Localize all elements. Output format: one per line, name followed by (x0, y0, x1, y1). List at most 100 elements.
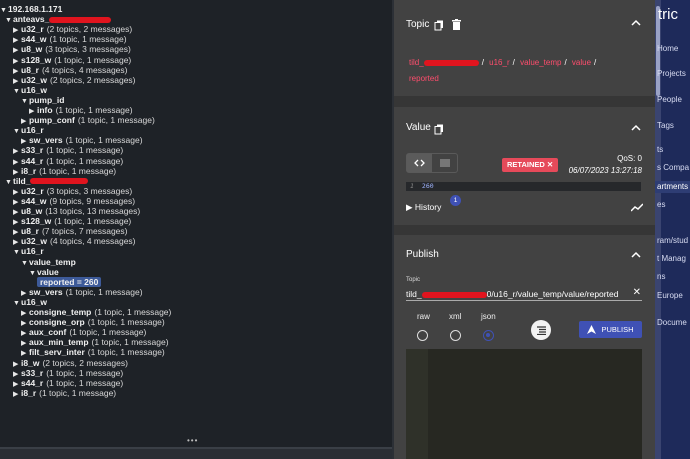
tree-node[interactable]: ▼tild_ (0, 176, 89, 186)
tree-node[interactable]: ▶ s44_w (9 topics, 9 messages) (0, 196, 135, 206)
resize-handle[interactable]: ••• (187, 436, 198, 446)
nav-item[interactable]: t Manag (657, 254, 686, 263)
nav-item[interactable]: ram/stud (657, 236, 688, 245)
tree-node-label: aux_min_temp (29, 337, 89, 348)
tree-node[interactable]: ▼u16_w (0, 297, 47, 307)
nav-item[interactable]: Tags (657, 121, 674, 130)
tree-node[interactable]: ▶ s33_r (1 topic, 1 message) (0, 145, 123, 155)
tree-node[interactable]: ▶ i8_w (2 topics, 2 messages) (0, 358, 128, 368)
tree-node[interactable]: ▼u16_r (0, 246, 44, 256)
tree-node[interactable]: ▶ s44_w (1 topic, 1 message) (0, 34, 127, 44)
nav-item[interactable]: Europe (657, 291, 683, 300)
tree-node-count: (1 topic, 1 message) (49, 34, 127, 45)
tree-node[interactable]: ▶ pump_conf (1 topic, 1 message) (0, 115, 155, 125)
topic-path-segment[interactable]: reported (409, 74, 439, 83)
tree-node[interactable]: ▶ u32_w (2 topics, 2 messages) (0, 75, 136, 85)
payload-editor[interactable] (406, 349, 642, 459)
history-toggle[interactable]: ▶ History (406, 202, 441, 213)
tree-node[interactable]: ▶ s44_r (1 topic, 1 message) (0, 156, 123, 166)
tree-node[interactable]: ▼anteavs_ (0, 14, 112, 24)
retained-badge[interactable]: RETAINED ✕ (502, 158, 559, 172)
format-json-button[interactable] (531, 320, 551, 340)
radio-xml[interactable] (450, 330, 461, 341)
nav-item[interactable]: People (657, 95, 682, 104)
tree-node[interactable]: ▶ s128_w (1 topic, 1 message) (0, 216, 131, 226)
text-view-icon[interactable] (432, 154, 457, 172)
tree-node-count: (1 topic, 1 message) (46, 377, 124, 388)
tree-node-label: u32_r (21, 185, 44, 196)
nav-item[interactable]: Projects (657, 69, 686, 78)
topic-path-segment[interactable]: tild_ (409, 58, 424, 67)
format-label-xml: xml (449, 312, 462, 321)
tree-node[interactable]: ▶ consigne_orp (1 topic, 1 message) (0, 317, 165, 327)
tree-node[interactable]: ▶ u8_r (7 topics, 7 messages) (0, 226, 127, 236)
tree-node[interactable]: ▶ aux_conf (1 topic, 1 message) (0, 327, 146, 337)
tree-node[interactable]: ▶ i8_r (1 topic, 1 message) (0, 166, 116, 176)
tree-node[interactable]: ▼pump_id (0, 95, 64, 105)
tree-node[interactable]: ▶ info (1 topic, 1 message) (0, 105, 133, 115)
nav-item[interactable]: Home (657, 44, 678, 53)
copy-icon[interactable] (434, 18, 444, 36)
tree-node[interactable]: ▶ s33_r (1 topic, 1 message) (0, 368, 123, 378)
tree-node-label: 192.168.1.171 (8, 4, 63, 14)
code-view-icon[interactable] (407, 154, 432, 172)
tree-node[interactable]: ▶ u32_w (4 topics, 4 messages) (0, 236, 136, 246)
tree-node-label: s44_w (21, 34, 47, 45)
tree-node[interactable]: ▶ s128_w (1 topic, 1 message) (0, 55, 131, 65)
publish-topic-input[interactable]: tild_ 0/u16_r/value_temp/value/reported (406, 287, 642, 301)
tree-node-label: value_temp (29, 256, 76, 267)
tree-node[interactable]: ▶ u32_r (3 topics, 3 messages) (0, 186, 132, 196)
nav-item[interactable]: Docume (657, 318, 687, 327)
caret-right-icon[interactable]: ▶ (13, 390, 21, 400)
tree-node[interactable]: ▶ u8_r (4 topics, 4 messages) (0, 65, 127, 75)
chevron-up-icon[interactable] (631, 123, 641, 134)
tree-node[interactable]: ▼value_temp (0, 257, 76, 267)
section-divider (394, 96, 655, 107)
tree-node-count: (1 topic, 1 message) (87, 317, 165, 328)
topic-path-segment[interactable]: value (572, 58, 591, 67)
publish-heading: Publish (406, 249, 439, 260)
tree-node-label: s44_r (21, 377, 44, 388)
tree-node[interactable]: ▶ filt_serv_inter (1 topic, 1 message) (0, 347, 165, 357)
tree-node[interactable]: ▶ i8_r (1 topic, 1 message) (0, 388, 116, 398)
tree-node[interactable]: ▶ u32_r (2 topics, 2 messages) (0, 24, 132, 34)
tree-node[interactable]: ▼192.168.1.171 (0, 4, 62, 14)
topic-path-segment[interactable]: u16_r (489, 58, 509, 67)
nav-item[interactable]: s Compa (657, 163, 689, 172)
topic-path-segment[interactable]: value_temp (520, 58, 561, 67)
nav-item[interactable]: ts (657, 145, 663, 154)
chart-icon[interactable] (630, 199, 644, 217)
history-count-badge: 1 (450, 195, 461, 206)
tree-node-count: (1 topic, 1 message) (46, 145, 124, 156)
tree-node[interactable]: reported = 260 (0, 276, 102, 287)
tree-node[interactable]: ▶ sw_vers (1 topic, 1 message) (0, 287, 143, 297)
tree-node-count: (4 topics, 4 messages) (50, 236, 136, 247)
tree-node[interactable]: ▶ u8_w (3 topics, 3 messages) (0, 44, 131, 54)
publish-button[interactable]: PUBLISH (579, 321, 642, 338)
tree-node[interactable]: ▶ s44_r (1 topic, 1 message) (0, 378, 123, 388)
tree-node[interactable]: ▼u16_r (0, 125, 44, 135)
tree-node[interactable]: ▼value (0, 267, 59, 277)
copy-icon[interactable] (434, 122, 444, 140)
tree-node-label: i8_w (21, 357, 40, 368)
tree-node[interactable]: ▶ sw_vers (1 topic, 1 message) (0, 135, 143, 145)
nav-item[interactable]: ns (657, 272, 665, 281)
tree-node-label: s128_w (21, 54, 52, 65)
clear-icon[interactable]: ✕ (633, 287, 641, 298)
tree-node-count: (2 topics, 2 messages) (50, 74, 136, 85)
trash-icon[interactable] (452, 17, 461, 35)
nav-item[interactable]: es (657, 200, 665, 209)
radio-json[interactable] (483, 330, 494, 341)
tree-node-label: u16_r (21, 125, 44, 136)
tree-node[interactable]: ▼u16_w (0, 85, 47, 95)
tree-node-label: u32_w (21, 236, 47, 247)
nav-item[interactable]: artments (655, 181, 690, 193)
chevron-up-icon[interactable] (631, 18, 641, 29)
tree-node[interactable]: ▶ aux_min_temp (1 topic, 1 message) (0, 337, 169, 347)
chevron-up-icon[interactable] (631, 250, 641, 261)
tree-node[interactable]: ▶ u8_w (13 topics, 13 messages) (0, 206, 140, 216)
redaction-mark (30, 178, 89, 185)
close-icon[interactable]: ✕ (547, 160, 553, 169)
radio-raw[interactable] (417, 330, 428, 341)
tree-node[interactable]: ▶ consigne_temp (1 topic, 1 message) (0, 307, 171, 317)
